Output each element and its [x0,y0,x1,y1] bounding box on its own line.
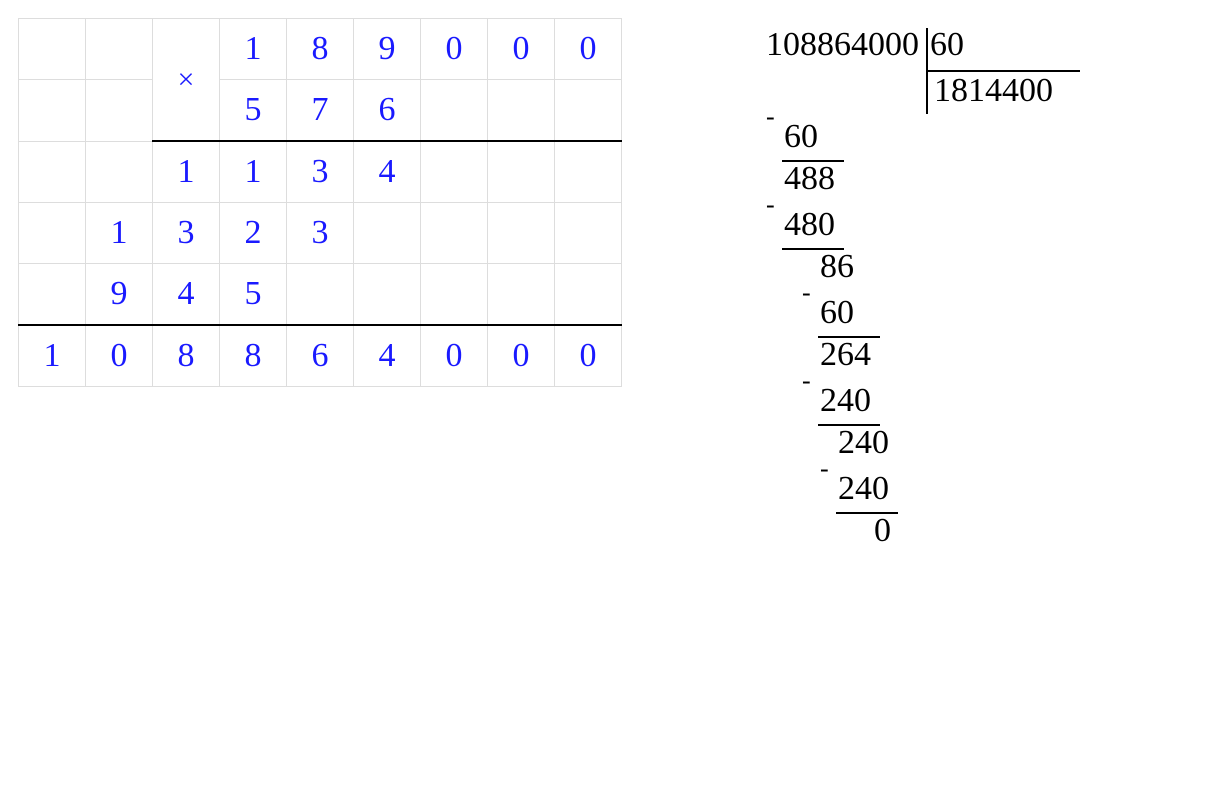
cell: 6 [354,80,421,142]
product-row: 1 0 8 8 6 4 0 0 0 [19,325,622,387]
cell: 0 [421,325,488,387]
cell [555,203,622,264]
cell: 1 [19,325,86,387]
cell [19,19,86,80]
cell: 7 [287,80,354,142]
cell [86,80,153,142]
cell: 0 [421,19,488,80]
division-step-value: 240 [838,472,889,506]
cell: 8 [153,325,220,387]
cell: 5 [220,80,287,142]
division-step-value: 488 [784,162,835,196]
division-step-value: 86 [820,250,854,284]
cell [488,264,555,326]
cell [555,141,622,203]
cell: 6 [287,325,354,387]
cell: 0 [86,325,153,387]
cell [421,203,488,264]
cell: 0 [488,19,555,80]
minus-sign: - [802,280,811,306]
cell [19,141,86,203]
cell [421,80,488,142]
minus-sign: - [802,368,811,394]
cell: 0 [555,19,622,80]
division-step-value: 60 [820,296,854,330]
cell: 4 [354,141,421,203]
cell [354,203,421,264]
cell [488,141,555,203]
cell: 1 [220,141,287,203]
cell: 1 [153,141,220,203]
multiply-operator: × [153,19,220,142]
partial-product-row: 1 1 3 4 [19,141,622,203]
cell [421,141,488,203]
cell: 8 [287,19,354,80]
partial-product-row: 1 3 2 3 [19,203,622,264]
division-step-value: 60 [784,120,818,154]
cell: 5 [220,264,287,326]
cell [555,80,622,142]
cell: 1 [86,203,153,264]
multiplier-row: 5 7 6 [19,80,622,142]
cell: 4 [153,264,220,326]
cell [555,264,622,326]
cell: 4 [354,325,421,387]
minus-sign: - [820,456,829,482]
cell [488,203,555,264]
long-division: 108864000 60 1814400 -60488-48086-60264-… [750,28,812,560]
cell: 2 [220,203,287,264]
cell [19,80,86,142]
cell [86,141,153,203]
division-step-value: 240 [820,384,871,418]
cell: 1 [220,19,287,80]
cell: 9 [354,19,421,80]
cell [86,19,153,80]
cell: 0 [555,325,622,387]
cell [19,264,86,326]
minus-sign: - [766,104,775,130]
division-step-value: 480 [784,208,835,242]
cell [488,80,555,142]
division-step-value: 264 [820,338,871,372]
cell [354,264,421,326]
cell: 0 [488,325,555,387]
partial-product-row: 9 4 5 [19,264,622,326]
cell [287,264,354,326]
cell: 3 [287,141,354,203]
multiplicand-row: × 1 8 9 0 0 0 [19,19,622,80]
minus-sign: - [766,192,775,218]
quotient: 1814400 [934,74,1053,108]
division-step-value: 240 [838,426,889,460]
multiplication-table: × 1 8 9 0 0 0 5 7 6 1 1 3 4 [18,18,622,387]
divisor: 60 [930,28,964,62]
cell [19,203,86,264]
cell: 8 [220,325,287,387]
cell: 9 [86,264,153,326]
cell [421,264,488,326]
cell: 3 [287,203,354,264]
cell: 3 [153,203,220,264]
division-step-value: 0 [874,514,891,548]
dividend: 108864000 [766,28,919,62]
